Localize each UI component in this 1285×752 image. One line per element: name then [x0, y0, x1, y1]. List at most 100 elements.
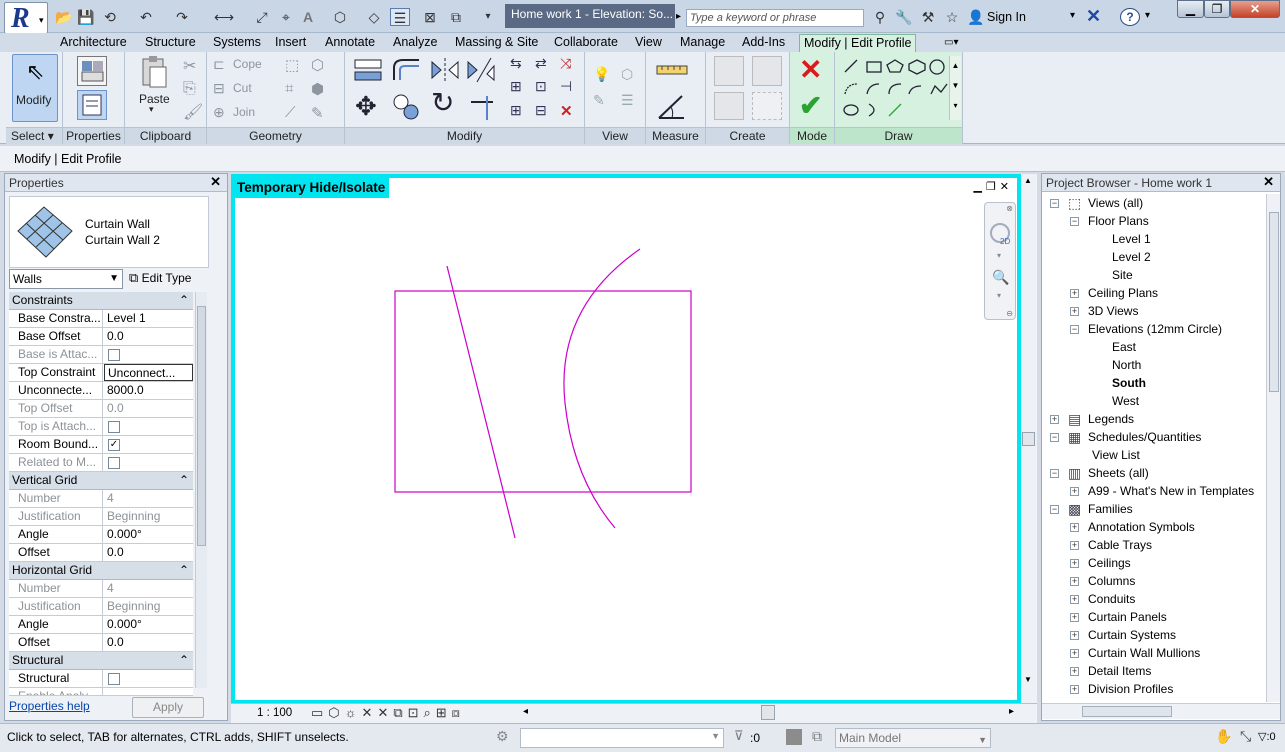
tab-massing-site[interactable]: Massing & Site [451, 34, 542, 53]
hscroll-left-icon[interactable]: ◂ [523, 706, 528, 717]
unjoin-icon[interactable]: ✎ [311, 104, 324, 122]
cut-icon[interactable]: ✂ [183, 56, 196, 76]
tree-node[interactable]: South [1112, 374, 1146, 392]
close-hidden-icon[interactable]: ⊠ [420, 8, 440, 26]
help-dropdown-icon[interactable]: ▾ [1145, 10, 1150, 21]
tree-node[interactable]: Schedules/Quantities [1088, 428, 1201, 446]
tab-insert[interactable]: Insert [271, 34, 310, 53]
match-properties-icon[interactable]: 🖌 [183, 102, 203, 122]
prop-row-v-offset[interactable]: Offset 0.0 [9, 544, 193, 562]
tab-collaborate[interactable]: Collaborate [550, 34, 622, 53]
open-icon[interactable]: 📂 [54, 8, 74, 26]
prop-row-v-number[interactable]: Number 4 [9, 490, 193, 508]
save-icon[interactable]: 💾 [76, 8, 96, 26]
cut-profile-icon[interactable]: ☰ [621, 92, 634, 109]
wall-joins-icon[interactable]: ⌗ [285, 80, 293, 97]
split-icon[interactable]: ⊣ [560, 78, 572, 95]
chevron-down-icon[interactable]: ▾ [997, 291, 1001, 300]
prop-row-base-constraint[interactable]: Base Constra... Level 1 [9, 310, 193, 328]
switch-windows-icon[interactable]: ⧉ [446, 8, 466, 26]
help-icon[interactable]: ? [1120, 8, 1140, 26]
tab-analyze[interactable]: Analyze [389, 34, 441, 53]
dimension-icon[interactable]: ⤢ [252, 8, 272, 26]
remove-paint-icon[interactable]: ⬢ [311, 80, 324, 98]
properties-close-icon[interactable]: ✕ [210, 174, 221, 190]
expand-icon[interactable]: + [1070, 289, 1079, 298]
view-scale[interactable]: 1 : 100 [257, 707, 292, 719]
filter-icon[interactable]: ⊽ [734, 728, 744, 744]
checkbox[interactable] [108, 349, 120, 361]
communication-icon[interactable]: ⚒ [918, 8, 938, 26]
scrollbar-thumb[interactable] [1022, 432, 1035, 446]
apply-button[interactable]: Apply [132, 697, 204, 718]
sign-in-link[interactable]: Sign In [987, 10, 1026, 24]
paint-icon[interactable]: ⬡ [311, 56, 324, 74]
editing-requests-icon[interactable] [786, 729, 802, 745]
cut-geometry-label[interactable]: Cut [233, 81, 252, 95]
prop-row-h-justification[interactable]: Justification Beginning [9, 598, 193, 616]
move-small-icon[interactable]: ⇆ [510, 55, 522, 72]
mirror-pick-axis-icon[interactable] [429, 56, 461, 84]
tab-architecture[interactable]: Architecture [56, 34, 131, 53]
prop-row-top-constraint[interactable]: Top Constraint Unconnect... [9, 364, 193, 382]
tree-node[interactable]: Conduits [1088, 590, 1135, 608]
paste-label[interactable]: Paste [139, 92, 170, 106]
subscription-icon[interactable]: 🔧 [894, 8, 914, 26]
tab-manage[interactable]: Manage [676, 34, 729, 53]
collapse-icon[interactable]: − [1050, 469, 1059, 478]
collapse-icon[interactable]: − [1050, 433, 1059, 442]
prop-row-v-justification[interactable]: Justification Beginning [9, 508, 193, 526]
section-vertical-grid[interactable]: Vertical Grid ⌃ [9, 472, 193, 490]
prop-row-base-attached[interactable]: Base is Attac... [9, 346, 193, 364]
tree-node[interactable]: A99 - What's New in Templates [1088, 482, 1254, 500]
edit-type-button[interactable]: ⧉ Edit Type [129, 269, 191, 289]
prop-row-base-offset[interactable]: Base Offset 0.0 [9, 328, 193, 346]
scrollbar-thumb[interactable] [197, 306, 206, 546]
split-gap-icon[interactable]: ⊟ [535, 102, 547, 119]
scrollbar-thumb[interactable] [1269, 212, 1279, 392]
modify-button[interactable]: ⇖ Modify [12, 54, 58, 122]
tree-node[interactable]: Cable Trays [1088, 536, 1152, 554]
expand-icon[interactable]: + [1070, 613, 1079, 622]
create-parts-icon[interactable] [714, 92, 744, 120]
tree-horizontal-scrollbar[interactable] [1042, 703, 1280, 719]
chevron-down-icon[interactable]: ▾ [997, 251, 1001, 260]
tree-node[interactable]: Detail Items [1088, 662, 1151, 680]
tree-node[interactable]: Site [1112, 266, 1133, 284]
tree-node[interactable]: Division Profiles [1088, 680, 1173, 698]
properties-scrollbar[interactable] [195, 292, 207, 688]
delete-icon[interactable]: ✕ [560, 102, 573, 120]
tree-node[interactable]: Ceilings [1088, 554, 1131, 572]
prop-row-structural[interactable]: Structural [9, 670, 193, 688]
view-control-icons[interactable]: ▭⬡☼✕✕⧉⊡⌕⊞⧈ [311, 705, 465, 721]
tab-modify-edit-profile[interactable]: Modify | Edit Profile [799, 34, 917, 53]
paste-icon[interactable] [140, 55, 168, 89]
exchange-apps-icon[interactable]: ✕ [1086, 6, 1101, 27]
3d-view-icon[interactable]: ⬡ [330, 8, 350, 26]
sign-in-dropdown-icon[interactable]: ▾ [1070, 10, 1075, 21]
zoom-icon[interactable]: 🔍 [992, 269, 1009, 286]
tree-node[interactable]: Floor Plans [1088, 212, 1149, 230]
cope-label[interactable]: Cope [233, 57, 262, 71]
expand-icon[interactable]: + [1070, 541, 1079, 550]
tab-structure[interactable]: Structure [141, 34, 200, 53]
ruler-icon[interactable] [656, 60, 688, 80]
press-drag-icon[interactable]: ✋ [1215, 728, 1232, 745]
qat-dropdown-icon[interactable]: ▾ [478, 8, 498, 26]
type-selector[interactable]: Curtain Wall Curtain Wall 2 [9, 196, 209, 268]
array-icon[interactable]: ⊞ [510, 78, 522, 95]
expand-icon[interactable]: + [1070, 631, 1079, 640]
type-properties-icon[interactable] [77, 56, 107, 86]
checkbox[interactable] [108, 421, 120, 433]
tree-node[interactable]: Legends [1088, 410, 1134, 428]
hscroll-right-icon[interactable]: ▸ [1009, 706, 1014, 717]
tree-node[interactable]: Level 1 [1112, 230, 1151, 248]
tree-node[interactable]: Elevations (12mm Circle) [1088, 320, 1222, 338]
finish-edit-icon[interactable]: ✔ [799, 90, 822, 122]
tab-annotate[interactable]: Annotate [321, 34, 379, 53]
section-structural[interactable]: Structural ⌃ [9, 652, 193, 670]
canvas-vertical-scrollbar[interactable]: ▲ ▼ [1021, 174, 1037, 704]
expand-icon[interactable]: + [1070, 685, 1079, 694]
prop-row-related-mass[interactable]: Related to M... [9, 454, 193, 472]
tree-node[interactable]: View List [1092, 446, 1140, 464]
